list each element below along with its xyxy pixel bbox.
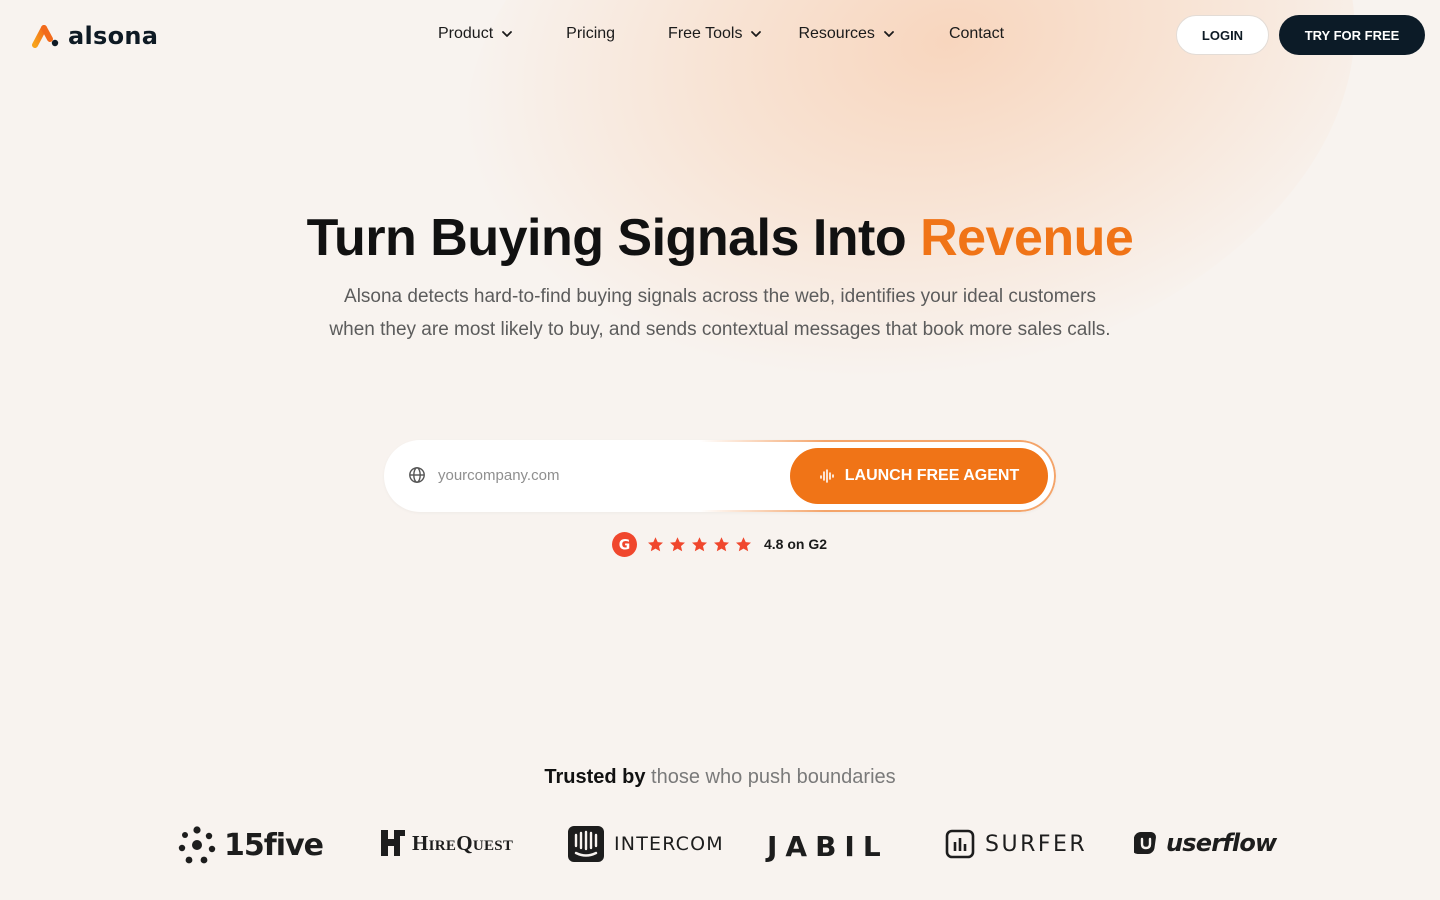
g2-rating[interactable]: G 4.8 on G2 <box>612 531 828 557</box>
surfer-mark-icon <box>945 829 975 859</box>
hirequest-mark-icon <box>381 830 405 856</box>
globe-icon <box>409 467 425 483</box>
star-rating <box>647 536 752 553</box>
hero-subtitle-line: when they are most likely to buy, and se… <box>329 319 1111 340</box>
alsona-logo-mark-icon <box>32 25 59 48</box>
logo-label: HireQuest <box>412 830 514 855</box>
g2-logo-icon: G <box>612 531 637 557</box>
logo-surfer: SURFER <box>945 829 1087 859</box>
try-for-free-button[interactable]: TRY FOR FREE <box>1279 15 1425 55</box>
brand-name: alsona <box>68 22 159 50</box>
trusted-by-heading: Trusted by those who push boundaries <box>0 766 1440 789</box>
logo-userflow: userflow <box>1134 829 1277 857</box>
alsona-logo[interactable]: alsona <box>32 22 158 50</box>
company-domain-input[interactable] <box>438 460 778 490</box>
launch-button-label: LAUNCH FREE AGENT <box>844 467 1020 484</box>
chevron-down-icon <box>751 31 762 37</box>
chevron-down-icon <box>502 31 513 37</box>
userflow-mark-icon <box>1134 832 1156 854</box>
nav-item-label: Free Tools <box>668 25 743 42</box>
star-icon <box>714 536 729 551</box>
nav-item-contact[interactable]: Contact <box>949 22 1004 46</box>
hero-title-main: Turn Buying Signals Into <box>306 209 921 267</box>
star-icon <box>648 536 663 551</box>
star-icon <box>670 536 685 551</box>
trusted-rest: those who push boundaries <box>651 766 896 788</box>
nav-item-resources[interactable]: Resources <box>798 22 894 46</box>
logo-label: userflow <box>1166 829 1277 857</box>
15five-burst-icon <box>178 826 216 864</box>
nav-item-pricing[interactable]: Pricing <box>566 22 615 46</box>
trusted-bold: Trusted by <box>544 766 646 788</box>
customer-logos: 15five HireQuest INTERCOM JABIL SURFER u… <box>0 820 1440 870</box>
nav-item-label: Contact <box>948 25 1005 42</box>
nav-item-free-tools[interactable]: Free Tools <box>668 22 762 46</box>
nav-item-label: Product <box>438 25 494 42</box>
hero-subtitle-line: Alsona detects hard-to-find buying signa… <box>344 286 1096 307</box>
logo-label: 15five <box>224 827 324 863</box>
logo-label: SURFER <box>985 831 1088 857</box>
star-icon <box>736 536 751 551</box>
logo-jabil: JABIL <box>767 830 889 863</box>
logo-hirequest: HireQuest <box>380 828 513 858</box>
nav-item-product[interactable]: Product <box>438 22 513 46</box>
svg-text:G: G <box>619 537 631 553</box>
login-button[interactable]: LOGIN <box>1176 15 1269 55</box>
logo-15five: 15five <box>176 824 324 866</box>
nav-item-label: Resources <box>798 25 875 42</box>
launch-free-agent-button[interactable]: LAUNCH FREE AGENT <box>790 448 1048 504</box>
hero-title-accent: Revenue <box>920 209 1134 267</box>
logo-label: JABIL <box>767 830 889 863</box>
logo-label: INTERCOM <box>614 833 724 855</box>
rating-text: 4.8 on G2 <box>764 536 828 552</box>
hero-subtitle: Alsona detects hard-to-find buying signa… <box>270 280 1170 346</box>
star-icon <box>692 536 707 551</box>
main-menu: Product Pricing Free Tools Resources Con… <box>438 22 1004 46</box>
hero-title: Turn Buying Signals Into Revenue <box>0 208 1440 268</box>
logo-intercom: INTERCOM <box>568 826 724 862</box>
chevron-down-icon <box>884 31 894 37</box>
intercom-mark-icon <box>568 826 604 862</box>
top-navigation: alsona Product Pricing Free Tools Resour… <box>0 0 1440 70</box>
nav-item-label: Pricing <box>566 25 616 42</box>
waveform-icon <box>819 469 834 483</box>
